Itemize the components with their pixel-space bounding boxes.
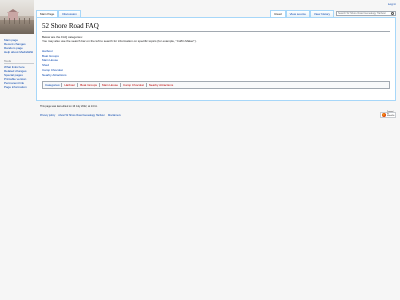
- category-link-harbour[interactable]: Harbour: [61, 83, 77, 88]
- sidebar: Main page Recent changes Random page Hel…: [4, 38, 34, 89]
- tab-read[interactable]: Read: [270, 10, 286, 17]
- search-icon[interactable]: [391, 12, 394, 15]
- personal-tools: Log in: [388, 2, 396, 6]
- sidebar-tools-heading: Tools: [4, 59, 34, 64]
- category-link-camp-chocolat[interactable]: Camp Chocolat: [120, 83, 146, 88]
- tab-view-history[interactable]: View history: [309, 10, 334, 17]
- tab-main-page[interactable]: Main Page: [36, 10, 59, 17]
- category-link-main-house[interactable]: Main House: [99, 83, 120, 88]
- powered-by-mediawiki-badge[interactable]: Powered by MediaWiki: [380, 112, 396, 118]
- logo-posts: [0, 18, 34, 24]
- footer-link-disclaimers[interactable]: Disclaimers: [108, 114, 121, 117]
- category-links-box: Categories: Harbour Boat Groups Main Hou…: [42, 81, 390, 90]
- footer-places: Privacy policy About 52 Shore Road Genea…: [40, 114, 121, 117]
- faq-category-list: Harbour Boat Groups Main House Shed Camp…: [42, 49, 390, 77]
- tab-view-source[interactable]: View source: [285, 10, 310, 17]
- view-tabs: Read View source View history Search 52 …: [270, 10, 396, 17]
- main-content: 52 Shore Road FAQ Below are the FAQ cate…: [36, 17, 396, 101]
- footer-info: This page was last edited on 16 July 202…: [40, 105, 98, 109]
- footer-link-about[interactable]: About 52 Shore Road Genealogy Harbour: [58, 114, 105, 117]
- namespace-tabs: Main Page Discussion: [36, 10, 81, 17]
- site-logo[interactable]: [0, 0, 34, 34]
- sidebar-item-help[interactable]: Help about MediaWiki: [4, 50, 34, 54]
- search-hint-text: You may also use the search bar on the l…: [42, 39, 197, 43]
- last-modified-text: This page was last edited on 16 July 202…: [40, 105, 98, 108]
- mediawiki-icon: [382, 113, 386, 117]
- category-link-boat-groups[interactable]: Boat Groups: [77, 83, 99, 88]
- faq-link-nearby-attractions[interactable]: Nearby Attractions: [42, 73, 390, 78]
- search-input[interactable]: Search 52 Shore Road Genealogy Harbour: [336, 11, 396, 16]
- login-link[interactable]: Log in: [388, 2, 396, 6]
- category-link-nearby-attractions[interactable]: Nearby Attractions: [145, 83, 176, 88]
- footer-link-privacy[interactable]: Privacy policy: [40, 114, 55, 117]
- search-placeholder: Search 52 Shore Road Genealogy Harbour: [338, 12, 386, 15]
- page-title: 52 Shore Road FAQ: [42, 22, 390, 32]
- categories-label[interactable]: Categories:: [45, 83, 60, 87]
- powered-by-text: Powered by MediaWiki: [387, 112, 395, 117]
- sidebar-item-page-information[interactable]: Page information: [4, 85, 34, 89]
- tab-discussion[interactable]: Discussion: [58, 10, 81, 17]
